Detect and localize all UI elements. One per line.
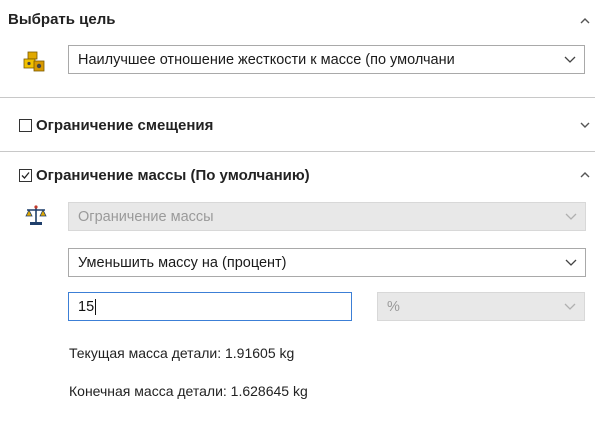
mass-reduction-mode-value: Уменьшить массу на (процент) <box>78 254 287 271</box>
goal-section-header[interactable]: Выбрать цель <box>0 4 595 34</box>
text-caret <box>95 298 97 315</box>
displacement-checkbox-row[interactable]: Ограничение смещения <box>19 117 213 134</box>
constraint-type-select[interactable]: Ограничение массы <box>68 202 586 231</box>
displacement-section-header[interactable]: Ограничение смещения <box>0 110 595 140</box>
chevron-up-icon[interactable] <box>579 15 591 27</box>
reduction-amount-value: 15 <box>78 298 95 315</box>
current-mass-text: Текущая масса детали: 1.91605 kg <box>69 345 295 361</box>
mass-reduction-mode-select[interactable]: Уменьшить массу на (процент) <box>68 248 586 277</box>
section-divider <box>0 97 595 98</box>
chevron-down-icon <box>564 303 576 310</box>
check-icon <box>21 171 30 179</box>
target-goal-icon <box>23 51 45 72</box>
constraint-type-value: Ограничение массы <box>78 208 214 225</box>
chevron-down-icon <box>565 259 577 266</box>
displacement-label: Ограничение смещения <box>36 116 214 134</box>
chevron-down-icon <box>565 213 577 220</box>
chevron-up-icon[interactable] <box>579 169 591 181</box>
goal-select-value: Наилучшее отношение жесткости к массе (п… <box>78 51 455 68</box>
displacement-checkbox[interactable] <box>19 118 32 132</box>
reduction-amount-input[interactable]: 15 <box>68 292 352 321</box>
mass-section-header[interactable]: Ограничение массы (По умолчанию) <box>0 160 595 190</box>
final-mass-text: Конечная масса детали: 1.628645 kg <box>69 383 308 399</box>
goal-select[interactable]: Наилучшее отношение жесткости к массе (п… <box>68 45 585 74</box>
chevron-down-icon[interactable] <box>579 119 591 131</box>
section-divider <box>0 151 595 152</box>
unit-select[interactable]: % <box>377 292 585 321</box>
unit-value: % <box>387 298 400 315</box>
mass-checkbox[interactable] <box>19 168 32 182</box>
topology-study-panel: Выбрать цель Наилучшее отношение жесткос… <box>0 0 595 421</box>
chevron-down-icon <box>564 56 576 63</box>
scales-icon <box>25 205 47 225</box>
mass-label: Ограничение массы (По умолчанию) <box>36 166 310 184</box>
goal-section-title: Выбрать цель <box>8 10 116 28</box>
mass-checkbox-row[interactable]: Ограничение массы (По умолчанию) <box>19 167 310 184</box>
